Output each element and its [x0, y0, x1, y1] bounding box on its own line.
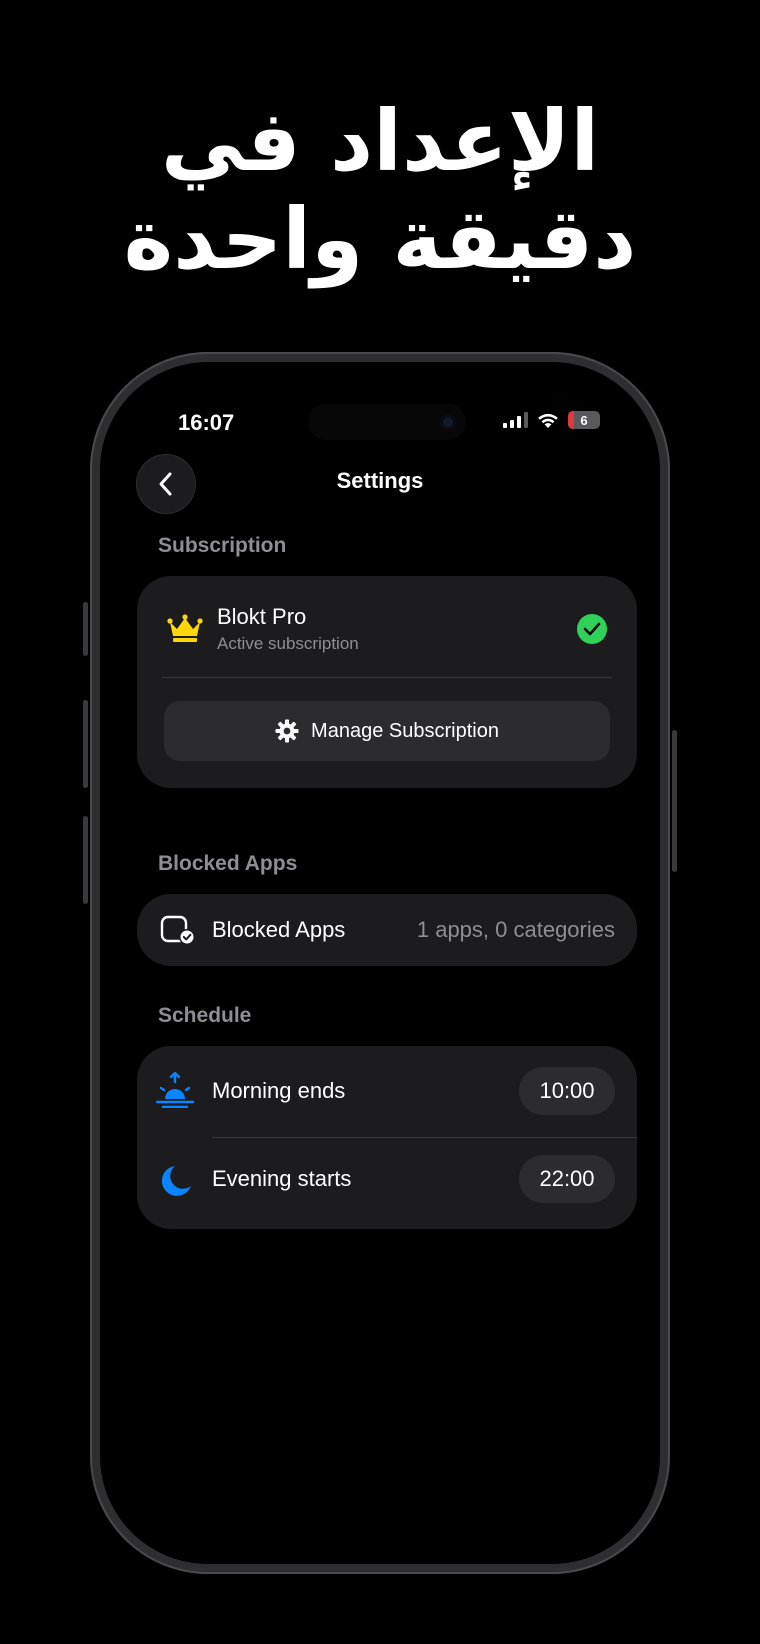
front-camera [440, 414, 456, 430]
phone-bezel: 16:07 6 Settings Subscription Blokt Pro … [100, 362, 660, 1564]
battery-indicator: 6 [568, 411, 600, 429]
app-check-icon [160, 915, 195, 945]
phone-volume-down-button [83, 816, 88, 904]
moon-icon [161, 1166, 191, 1196]
blocked-apps-row[interactable]: Blocked Apps 1 apps, 0 categories [137, 894, 637, 966]
phone-volume-up-button [83, 700, 88, 788]
wifi-icon [538, 413, 558, 428]
schedule-card: Morning ends 10:00 Evening starts 22:00 [137, 1046, 637, 1229]
time-picker-evening[interactable]: 22:00 [519, 1155, 615, 1203]
sunrise-icon [155, 1072, 195, 1108]
schedule-row-evening[interactable]: Evening starts 22:00 [137, 1138, 637, 1229]
headline-line-2: دقيقة واحدة [123, 190, 637, 288]
battery-fill [568, 411, 574, 429]
schedule-label-evening: Evening starts [212, 1166, 352, 1191]
battery-level: 6 [580, 412, 588, 428]
phone-power-button [672, 730, 677, 872]
blocked-apps-label: Blocked Apps [212, 917, 346, 942]
section-label-blocked-apps: Blocked Apps [158, 852, 298, 875]
crown-icon [167, 614, 203, 642]
checkmark-circle-icon [577, 614, 607, 644]
schedule-row-morning[interactable]: Morning ends 10:00 [137, 1046, 637, 1137]
cellular-signal-icon [503, 412, 528, 428]
phone-screen: 16:07 6 Settings Subscription Blokt Pro … [104, 366, 656, 1560]
gear-icon [275, 719, 299, 743]
blocked-apps-count: 1 apps, 0 categories [416, 917, 615, 942]
status-indicators: 6 [502, 411, 600, 429]
status-time: 16:07 [178, 410, 235, 435]
page-title: Settings [336, 468, 424, 493]
subscription-card: Blokt Pro Active subscription Manage Sub… [137, 576, 637, 788]
headline-line-1: الإعداد في [160, 92, 600, 190]
phone-action-button [83, 602, 88, 656]
section-label-subscription: Subscription [158, 534, 287, 557]
plan-name: Blokt Pro [217, 604, 307, 629]
schedule-label-morning: Morning ends [212, 1078, 346, 1103]
plan-status: Active subscription [217, 634, 359, 653]
manage-subscription-button[interactable]: Manage Subscription [164, 701, 610, 761]
card-divider [162, 677, 612, 678]
phone-frame: 16:07 6 Settings Subscription Blokt Pro … [90, 352, 670, 1574]
promo-headline: الإعداد في دقيقة واحدة [0, 92, 760, 288]
time-picker-morning[interactable]: 10:00 [519, 1067, 615, 1115]
section-label-schedule: Schedule [158, 1004, 252, 1027]
manage-subscription-label: Manage Subscription [311, 719, 499, 742]
